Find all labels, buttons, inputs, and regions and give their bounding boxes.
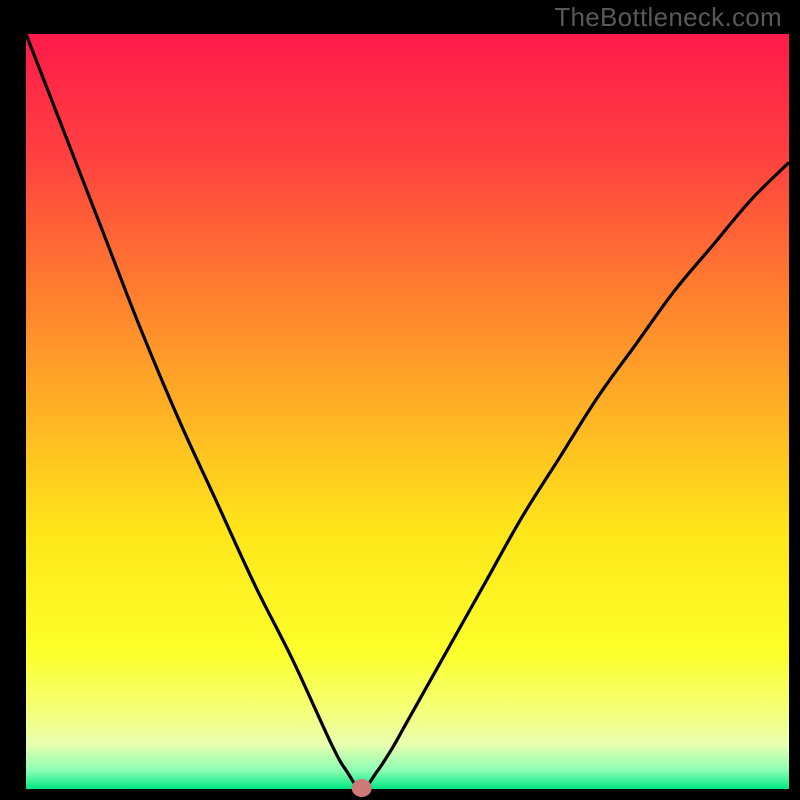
minimum-marker bbox=[352, 779, 372, 797]
bottleneck-chart bbox=[0, 0, 800, 800]
plot-background bbox=[26, 34, 789, 789]
chart-frame: TheBottleneck.com bbox=[0, 0, 800, 800]
